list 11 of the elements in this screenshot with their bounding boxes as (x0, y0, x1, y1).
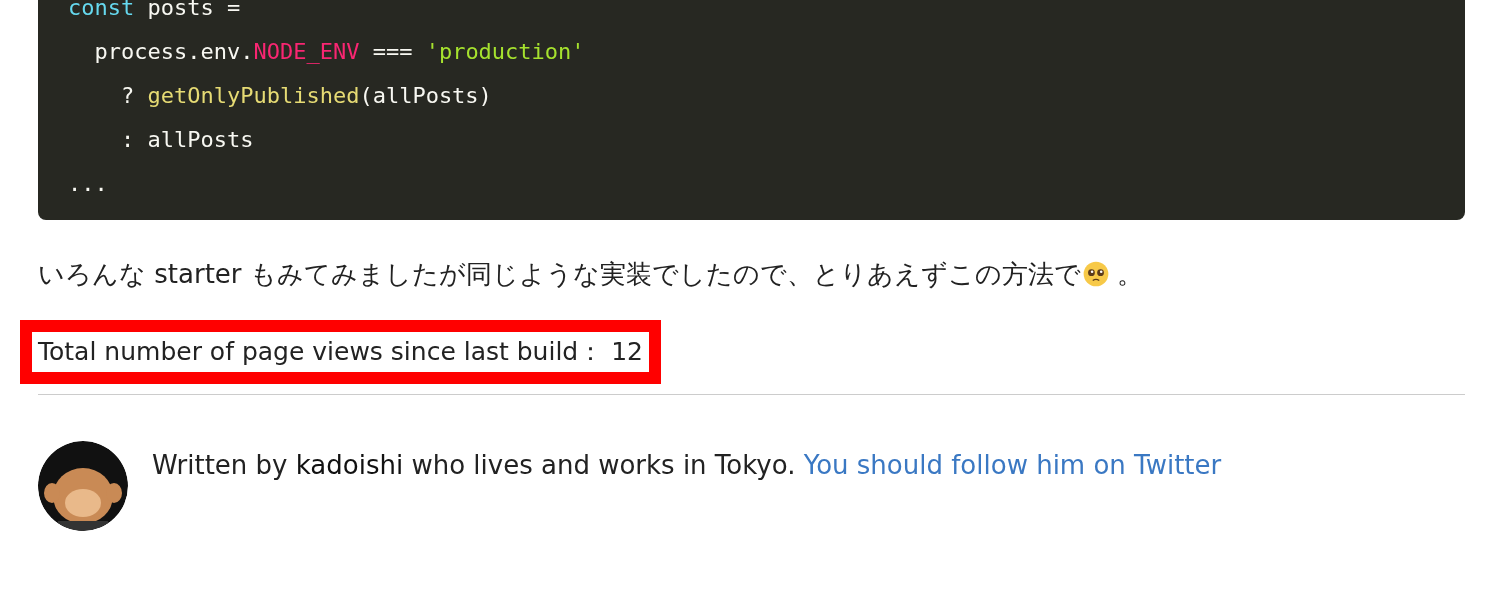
code-line: : allPosts (119, 126, 255, 154)
paragraph-text: いろんな starter もみてみましたが同じような実装でしたので、とりあえずこの方法で (38, 258, 1081, 291)
code-line: ? getOnlyPublished(allPosts) (119, 82, 493, 110)
code-line: process.env.NODE_ENV === 'production' (93, 38, 586, 66)
page-views-text: Total number of page views since last build： 12 (38, 337, 643, 366)
code-line: const posts = (68, 0, 242, 22)
author-bio: Written by kadoishi who lives and works in Tokyo. You should follow him on Twitter (152, 449, 1222, 482)
code-line: ... (68, 170, 109, 198)
twitter-link[interactable]: You should follow him on Twitter (803, 450, 1222, 480)
paragraph-text: 。 (1116, 258, 1144, 291)
pleading-face-icon (1082, 261, 1109, 287)
